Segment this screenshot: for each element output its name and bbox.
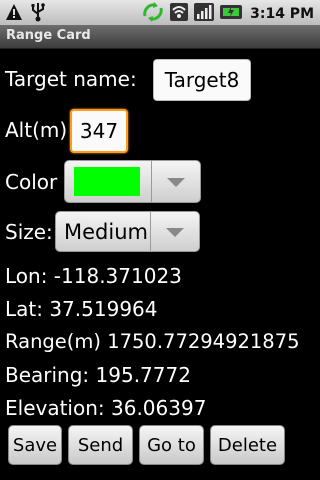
title-bar: Range Card: [0, 25, 320, 49]
status-bar: 3:14 PM: [0, 0, 320, 25]
lat-text: Lat: 37.519964: [5, 297, 158, 321]
wifi-icon: [170, 2, 189, 26]
target-name-label: Target name:: [5, 67, 137, 91]
chevron-down-icon: [167, 177, 185, 187]
size-dropdown-arrow: [150, 212, 199, 251]
usb-icon: [29, 2, 47, 26]
color-spinner[interactable]: [64, 160, 201, 203]
signal-icon: [194, 2, 215, 26]
lon-text: Lon: -118.371023: [5, 264, 182, 288]
alt-field[interactable]: 347: [70, 109, 128, 153]
size-value: Medium: [64, 220, 148, 244]
clock-text: 3:14 PM: [250, 6, 314, 22]
color-label: Color: [5, 170, 58, 194]
chevron-down-icon: [166, 227, 184, 237]
size-label: Size:: [5, 220, 53, 244]
warning-icon: [5, 3, 23, 25]
color-swatch: [74, 167, 140, 196]
bearing-text: Bearing: 195.7772: [5, 363, 191, 387]
save-button[interactable]: Save: [8, 425, 62, 465]
battery-icon: [220, 2, 243, 26]
range-text: Range(m) 1750.77294921875: [5, 330, 300, 353]
elevation-text: Elevation: 36.06397: [5, 396, 207, 420]
send-button[interactable]: Send: [68, 425, 133, 465]
size-spinner[interactable]: Medium: [55, 211, 200, 252]
alt-label: Alt(m): [5, 118, 68, 142]
sync-icon: [142, 2, 164, 26]
color-dropdown-arrow: [151, 161, 200, 202]
app-title: Range Card: [6, 28, 91, 43]
target-name-field[interactable]: Target8: [153, 59, 251, 101]
goto-button[interactable]: Go to: [139, 425, 204, 465]
delete-button[interactable]: Delete: [210, 425, 285, 465]
